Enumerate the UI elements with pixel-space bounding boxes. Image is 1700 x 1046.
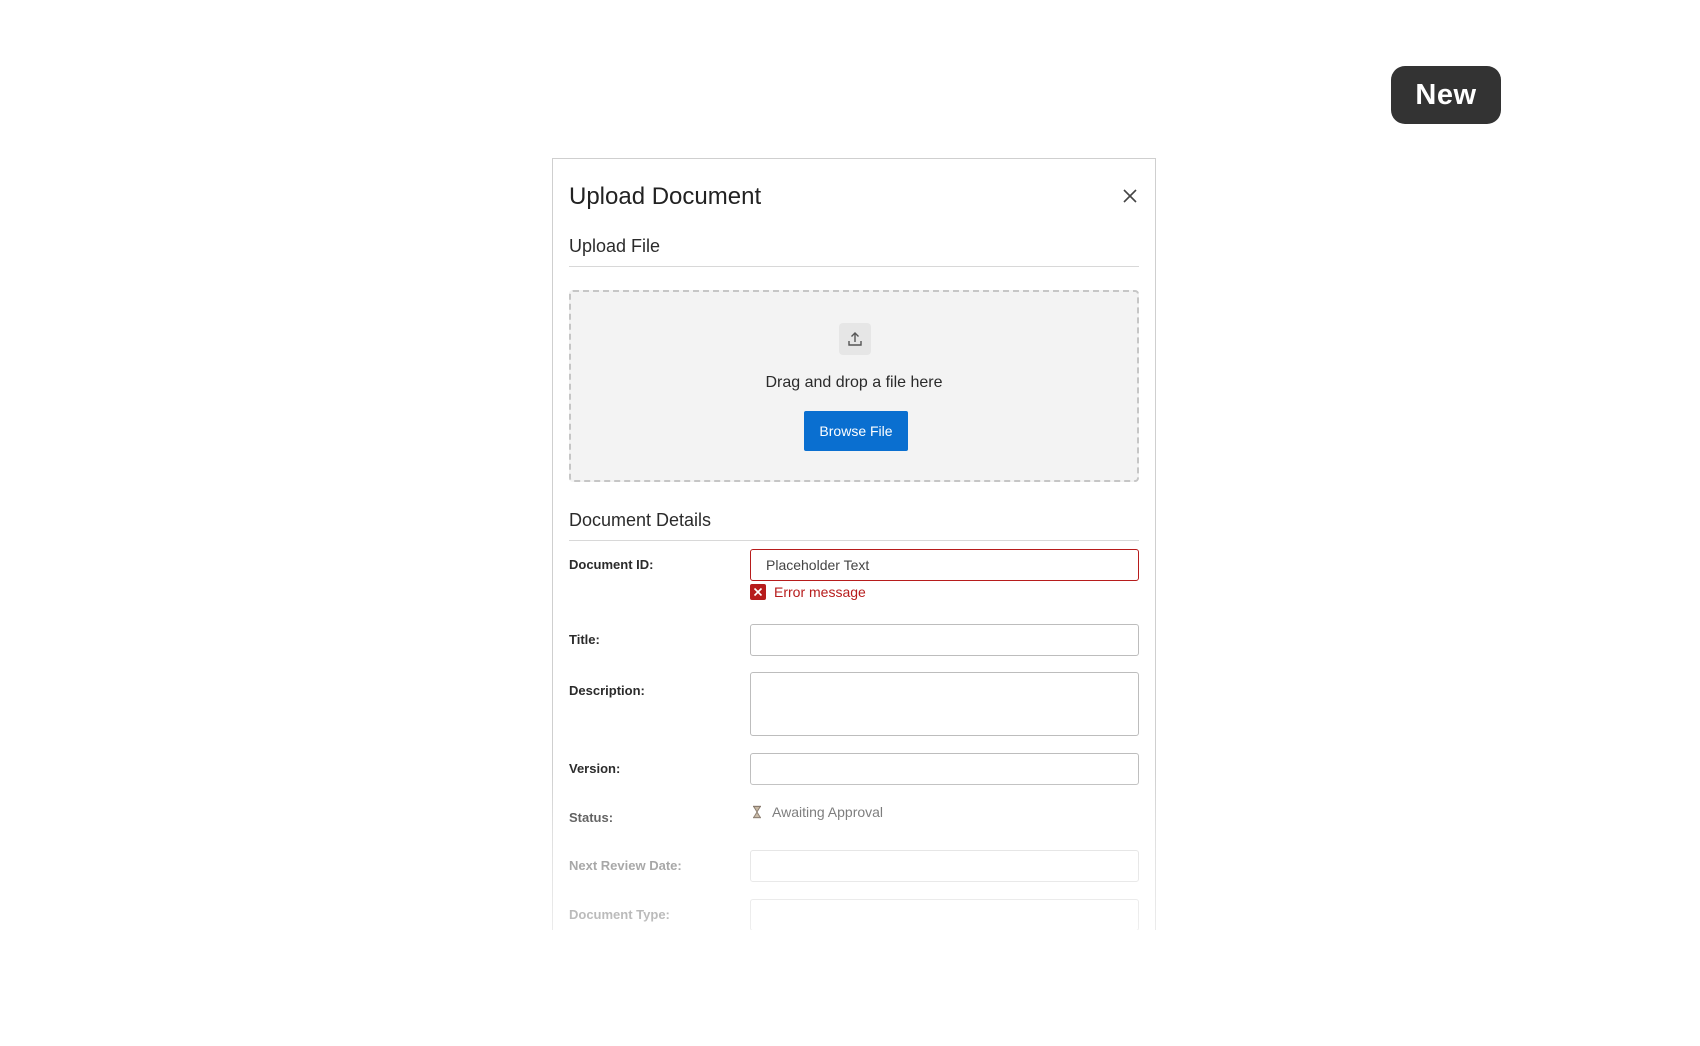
description-label: Description:: [569, 683, 645, 698]
upload-file-section-title: Upload File: [569, 236, 661, 256]
status-value: Awaiting Approval: [750, 804, 883, 820]
error-message: Error message: [774, 584, 866, 600]
file-dropzone[interactable]: Drag and drop a file here Browse File: [569, 290, 1139, 482]
section-divider: [569, 266, 1139, 267]
dialog-title: Upload Document: [569, 183, 762, 210]
document-id-error: Error message: [750, 584, 866, 600]
new-badge: New: [1391, 66, 1501, 124]
description-textarea[interactable]: [750, 672, 1139, 736]
status-text: Awaiting Approval: [772, 804, 884, 820]
document-type-label: Document Type:: [569, 907, 670, 922]
upload-icon: [839, 323, 871, 355]
document-id-input[interactable]: [750, 549, 1139, 581]
version-input[interactable]: [750, 753, 1139, 785]
next-review-date-label: Next Review Date:: [569, 858, 682, 873]
drop-instructions: Drag and drop a file here: [765, 374, 943, 391]
document-id-label: Document ID:: [569, 557, 654, 572]
title-input[interactable]: [750, 624, 1139, 656]
version-label: Version:: [569, 761, 621, 776]
close-icon: [1123, 189, 1137, 203]
document-details-section-title: Document Details: [569, 510, 712, 530]
hourglass-icon: [753, 805, 761, 819]
status-label: Status:: [569, 810, 614, 825]
close-button[interactable]: [1119, 185, 1141, 207]
document-type-input[interactable]: [750, 899, 1139, 930]
upload-document-dialog: Upload Document Upload File Drag and dro…: [552, 158, 1156, 930]
browse-file-button[interactable]: Browse File: [804, 411, 908, 451]
section-divider: [569, 540, 1139, 541]
next-review-date-input[interactable]: [750, 850, 1139, 882]
error-icon: [750, 584, 766, 600]
title-label: Title:: [569, 632, 600, 647]
